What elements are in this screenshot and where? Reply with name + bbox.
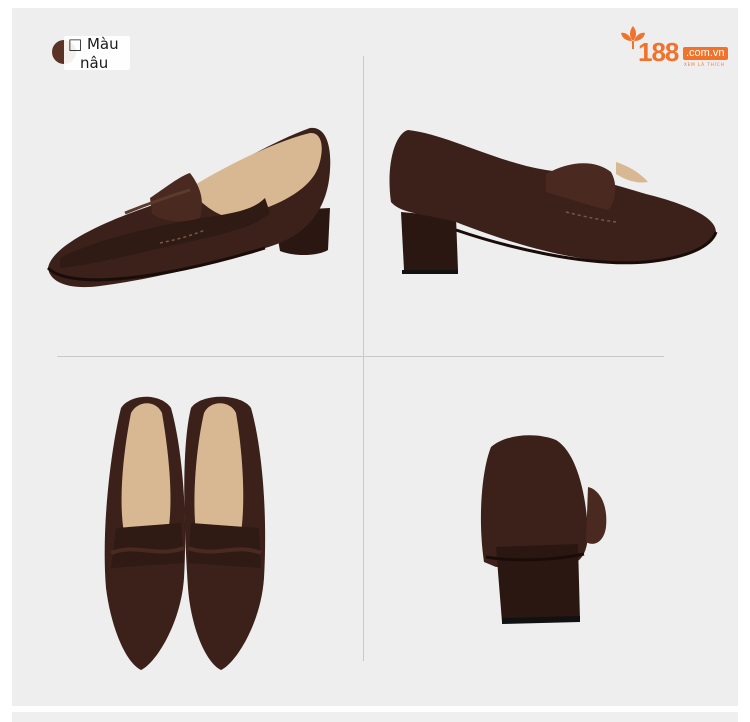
vertical-divider [363,56,364,661]
logo-text: 188 [638,37,679,67]
horizontal-divider [57,356,664,357]
logo-domain: .com.vn [683,47,728,60]
bottom-strip [12,712,738,722]
color-label-line2: nâu [80,54,109,72]
color-swatch-badge[interactable]: □ Màu nâu [50,35,130,72]
shoe-image-side [389,130,718,274]
logo-tagline: XEM LÀ THÍCH [684,62,725,67]
site-logo: 188 .com.vn XEM LÀ THÍCH [618,22,733,72]
color-label-line1: □ Màu [68,35,119,53]
shoe-image-rear [480,435,607,624]
shoe-image-top-pair [104,396,266,670]
shoe-image-three-quarter [46,127,331,288]
